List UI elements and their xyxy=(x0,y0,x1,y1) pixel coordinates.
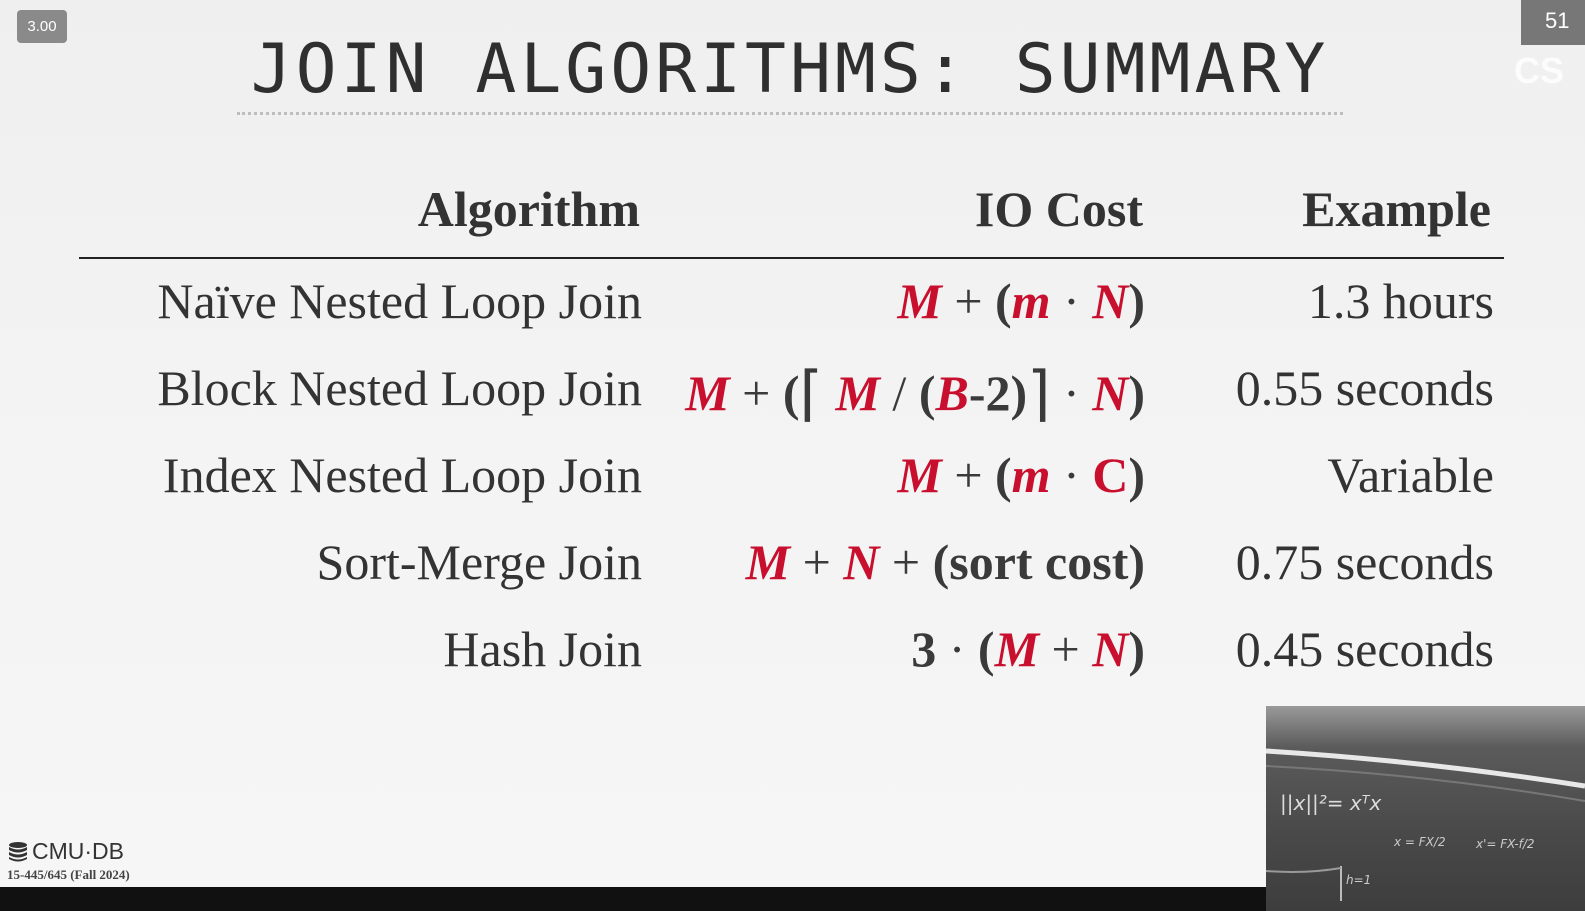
var-B: B xyxy=(935,365,969,421)
table-row: Block Nested Loop Join M + (⌈ M / (B-2)⌉… xyxy=(0,359,1585,427)
table-row: Sort-Merge Join M + N + (sort cost) 0.75… xyxy=(0,533,1585,593)
paren-close: ) xyxy=(1010,365,1028,421)
paren-close: ) xyxy=(1128,621,1145,677)
table-row: Index Nested Loop Join M + (m · C) Varia… xyxy=(0,446,1585,506)
op-plus: + xyxy=(954,273,983,329)
example-cell: 0.75 seconds xyxy=(1235,534,1494,590)
minus-two: -2 xyxy=(968,365,1011,421)
slide-number: 51 xyxy=(1521,0,1585,45)
example-cell: Variable xyxy=(1327,447,1494,503)
paren-close: ) xyxy=(1128,447,1145,503)
header-example: Example xyxy=(1302,181,1491,237)
paren-open: ( xyxy=(782,365,800,421)
io-cost-cell: M + (m · N) xyxy=(897,272,1145,330)
example-cell: 0.45 seconds xyxy=(1235,621,1494,677)
var-C: C xyxy=(1092,447,1129,503)
op-dot: · xyxy=(1063,273,1080,329)
paren-open: ( xyxy=(995,447,1012,503)
var-M: M xyxy=(897,273,942,329)
var-M: M xyxy=(745,534,791,590)
var-N: N xyxy=(843,534,880,590)
svg-text:h=1: h=1 xyxy=(1346,873,1371,887)
header-rule xyxy=(79,257,1504,259)
op-dot: · xyxy=(1063,365,1080,421)
op-plus: + xyxy=(1051,621,1080,677)
op-dot: · xyxy=(948,621,966,677)
var-N: N xyxy=(1092,273,1129,329)
io-cost-cell: M + N + (sort cost) xyxy=(746,533,1145,591)
op-plus: + xyxy=(742,365,771,421)
algorithm-cell: Sort-Merge Join xyxy=(316,534,642,590)
io-cost-cell: M + (⌈ M / (B-2)⌉ · N) xyxy=(685,359,1145,429)
chalkboard-video-icon: ||x||²= xᵀx x = FX/2 x'= FX-f/2 h=1 xyxy=(1266,748,1585,901)
table-row: Naïve Nested Loop Join M + (m · N) 1.3 h… xyxy=(0,272,1585,332)
playback-speed-badge[interactable]: 3.00 xyxy=(17,10,67,43)
algorithm-cell: Hash Join xyxy=(443,621,642,677)
logo-text: CMU·DB xyxy=(32,838,124,864)
svg-text:x = FX/2: x = FX/2 xyxy=(1393,835,1446,849)
var-m: m xyxy=(1011,447,1051,503)
op-slash: / xyxy=(892,365,907,421)
slide-title: JOIN ALGORITHMS: SUMMARY xyxy=(250,30,1330,109)
course-ghost-text: CS xyxy=(1514,50,1565,91)
header-algorithm: Algorithm xyxy=(417,181,640,237)
ceil-open: ⌈ xyxy=(799,361,823,427)
example-cell: 1.3 hours xyxy=(1307,273,1494,329)
op-dot: · xyxy=(1063,447,1080,503)
op-plus: + xyxy=(891,534,921,590)
header-io-cost: IO Cost xyxy=(974,181,1143,237)
paren-close: ) xyxy=(1128,273,1145,329)
var-M: M xyxy=(994,621,1040,677)
var-M: M xyxy=(685,365,730,421)
op-plus: + xyxy=(954,447,983,503)
paren-close: ) xyxy=(1128,365,1145,421)
title-divider xyxy=(237,112,1343,115)
cmu-db-logo: CMU·DB xyxy=(7,838,124,865)
algorithm-cell: Naïve Nested Loop Join xyxy=(157,273,642,329)
paren-open: ( xyxy=(918,365,936,421)
algorithm-cell: Index Nested Loop Join xyxy=(162,447,642,503)
const-three: 3 xyxy=(911,621,937,677)
ceil-close: ⌉ xyxy=(1027,361,1051,427)
algorithm-cell: Block Nested Loop Join xyxy=(157,360,642,416)
paren-open: ( xyxy=(977,621,995,677)
op-plus: + xyxy=(802,534,831,590)
sort-cost-term: (sort cost) xyxy=(932,534,1145,590)
io-cost-cell: 3 · (M + N) xyxy=(911,620,1145,678)
course-code: 15-445/645 (Fall 2024) xyxy=(7,867,130,882)
webcam-overlay[interactable]: ||x||²= xᵀx x = FX/2 x'= FX-f/2 h=1 xyxy=(1266,706,1585,911)
svg-text:x'= FX-f/2: x'= FX-f/2 xyxy=(1475,837,1535,851)
io-cost-cell: M + (m · C) xyxy=(897,446,1145,504)
table-row: Hash Join 3 · (M + N) 0.45 seconds xyxy=(0,620,1585,680)
var-N: N xyxy=(1092,621,1129,677)
paren-open: ( xyxy=(995,273,1012,329)
example-cell: 0.55 seconds xyxy=(1235,360,1494,416)
database-icon xyxy=(7,841,29,863)
var-m: m xyxy=(1011,273,1051,329)
var-M: M xyxy=(835,365,880,421)
svg-text:||x||²= xᵀx: ||x||²= xᵀx xyxy=(1280,791,1381,815)
var-N: N xyxy=(1092,365,1129,421)
var-M: M xyxy=(897,447,942,503)
